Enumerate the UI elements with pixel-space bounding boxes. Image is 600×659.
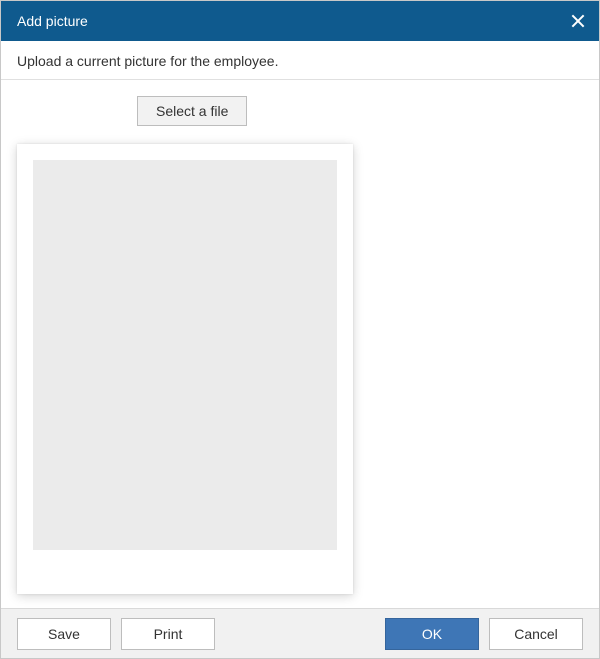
close-icon[interactable] [571,14,585,28]
save-button[interactable]: Save [17,618,111,650]
ok-button[interactable]: OK [385,618,479,650]
dialog-titlebar: Add picture [1,1,599,41]
dialog-footer: Save Print OK Cancel [1,608,599,658]
add-picture-dialog: Add picture Upload a current picture for… [0,0,600,659]
print-button[interactable]: Print [121,618,215,650]
dialog-title: Add picture [17,13,88,29]
file-select-row: Select a file [1,80,599,134]
preview-area [1,134,599,608]
select-file-button[interactable]: Select a file [137,96,247,126]
dialog-content[interactable]: Upload a current picture for the employe… [1,41,599,608]
cancel-button[interactable]: Cancel [489,618,583,650]
instruction-text: Upload a current picture for the employe… [1,41,599,80]
image-preview-placeholder [33,160,337,550]
image-preview-card [17,144,353,594]
